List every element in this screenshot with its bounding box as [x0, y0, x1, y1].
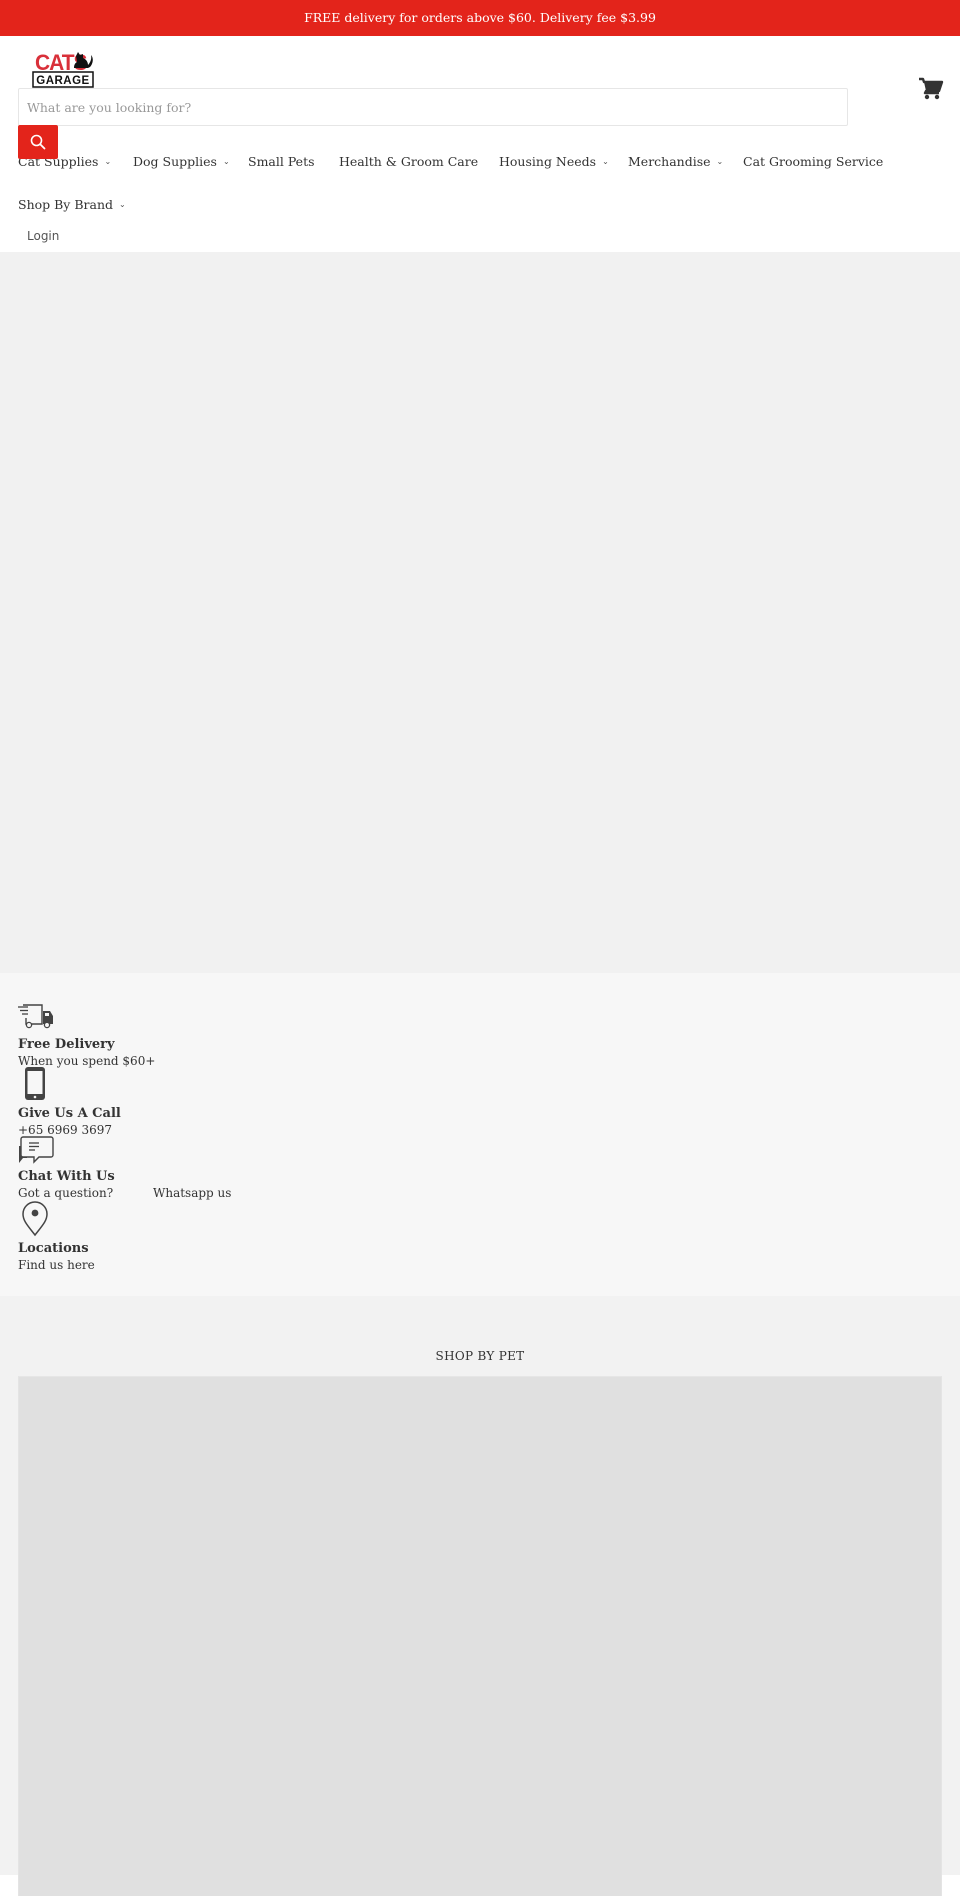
nav-item-housing-needs[interactable]: Housing Needs ⌄ [499, 154, 609, 169]
section-title: SHOP BY PET [435, 1349, 525, 1363]
search-button[interactable] [18, 125, 58, 159]
shop-by-pet-section: SHOP BY PET [0, 1296, 960, 1896]
cart-icon [919, 77, 944, 100]
announcement-text: FREE delivery for orders above $60. Deli… [304, 10, 656, 25]
location-pin-icon [22, 1201, 48, 1237]
search-input[interactable] [19, 89, 847, 125]
nav-item-small-pets[interactable]: Small Pets [248, 154, 315, 169]
feature-title: Chat With Us [18, 1169, 115, 1184]
nav-item-dog-supplies[interactable]: Dog Supplies ⌄ [133, 154, 230, 169]
cart-button[interactable] [918, 76, 944, 102]
shop-by-pet-image-placeholder[interactable] [18, 1376, 942, 1896]
nav-item-label: Dog Supplies [133, 153, 217, 169]
feature-text-row: Got a question? Whatsapp us [18, 1185, 318, 1202]
feature-free-delivery: Free Delivery When you spend $60+ [18, 1004, 155, 1070]
chevron-down-icon: ⌄ [222, 156, 230, 166]
find-us-link[interactable]: Find us here [18, 1257, 95, 1274]
chevron-down-icon: ⌄ [716, 156, 724, 166]
nav-item-health-groom-care[interactable]: Health & Groom Care [339, 154, 478, 169]
search-icon [30, 134, 46, 150]
feature-title: Free Delivery [18, 1037, 115, 1052]
feature-text: Got a question? [18, 1186, 114, 1200]
nav-item-label: Housing Needs [499, 153, 597, 169]
delivery-truck-icon [18, 1004, 53, 1029]
feature-title: Locations [18, 1241, 89, 1256]
announcement-bar: FREE delivery for orders above $60. Deli… [0, 0, 960, 36]
phone-icon [25, 1067, 45, 1100]
chevron-down-icon: ⌄ [602, 156, 609, 166]
nav-item-label: Merchandise [628, 153, 711, 169]
nav-item-label: Shop By Brand [18, 196, 114, 212]
nav-item-label: Small Pets [248, 153, 315, 169]
hero-banner [0, 252, 960, 973]
features-section: Free Delivery When you spend $60+ Give U… [0, 973, 960, 1296]
nav-item-cat-grooming-service[interactable]: Cat Grooming Service [743, 154, 883, 169]
feature-locations: Locations Find us here [18, 1201, 95, 1274]
cat-logo-icon: CATS GARAGE [32, 50, 94, 88]
logo-text-garage: GARAGE [36, 75, 89, 87]
whatsapp-link[interactable]: Whatsapp us [153, 1185, 231, 1202]
nav-item-merchandise[interactable]: Merchandise ⌄ [628, 154, 723, 169]
login-link[interactable]: Login [27, 229, 59, 243]
nav-item-label: Health & Groom Care [339, 153, 479, 169]
site-header: CATS GARAGE Cat Supplies ⌄ Dog Supplies … [0, 36, 960, 252]
site-logo[interactable]: CATS GARAGE [32, 50, 100, 88]
nav-item-shop-by-brand[interactable]: Shop By Brand ⌄ [18, 197, 126, 212]
nav-item-label: Cat Grooming Service [743, 153, 884, 169]
chevron-down-icon: ⌄ [119, 199, 126, 209]
feature-title: Give Us A Call [18, 1106, 121, 1121]
search-bar [18, 88, 848, 126]
feature-give-us-a-call: Give Us A Call +65 6969 3697 [18, 1066, 121, 1139]
chevron-down-icon: ⌄ [104, 156, 112, 166]
feature-chat-with-us: Chat With Us Got a question? Whatsapp us [18, 1135, 318, 1202]
chat-icon [19, 1136, 54, 1164]
